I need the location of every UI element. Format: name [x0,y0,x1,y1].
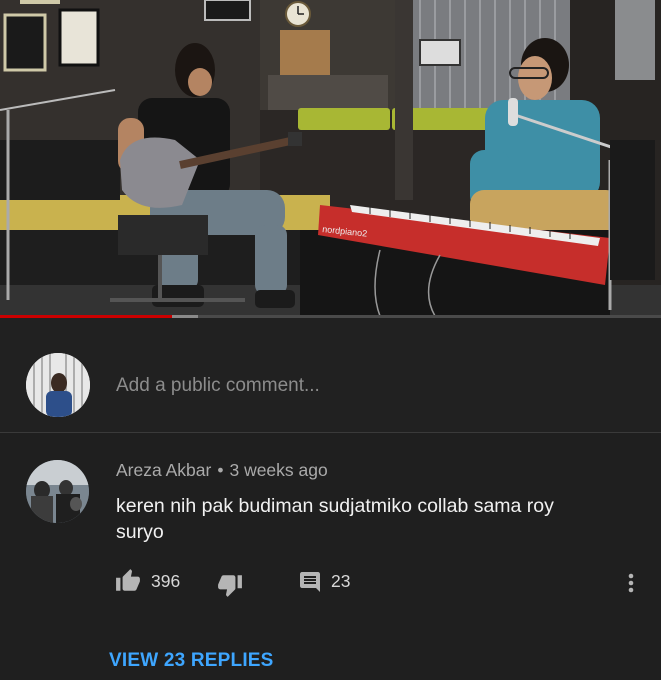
thumbs-up-icon[interactable] [114,568,142,594]
like-count: 396 [151,571,181,591]
add-comment-section [0,318,661,432]
more-vertical-icon[interactable] [622,570,640,596]
video-frame: nordpiano2 [0,0,661,316]
comment-meta: Areza Akbar • 3 weeks ago [116,460,328,481]
video-player[interactable]: nordpiano2 [0,0,661,316]
section-divider [0,432,661,433]
reply-count: 23 [331,571,351,591]
reply-icon[interactable] [298,570,322,594]
comment-actions: 396 23 [0,568,661,598]
meta-separator: • [217,460,224,480]
view-replies-button[interactable]: VIEW 23 REPLIES [109,650,274,672]
comment-text: keren nih pak budiman sudjatmiko collab … [116,495,554,543]
commenter-avatar[interactable] [26,460,89,523]
comment-author[interactable]: Areza Akbar [116,460,211,480]
add-comment-input[interactable]: Add a public comment... [116,375,320,397]
thumbs-down-icon[interactable] [216,572,244,598]
user-avatar [26,353,90,417]
comment-time: 3 weeks ago [229,460,328,480]
